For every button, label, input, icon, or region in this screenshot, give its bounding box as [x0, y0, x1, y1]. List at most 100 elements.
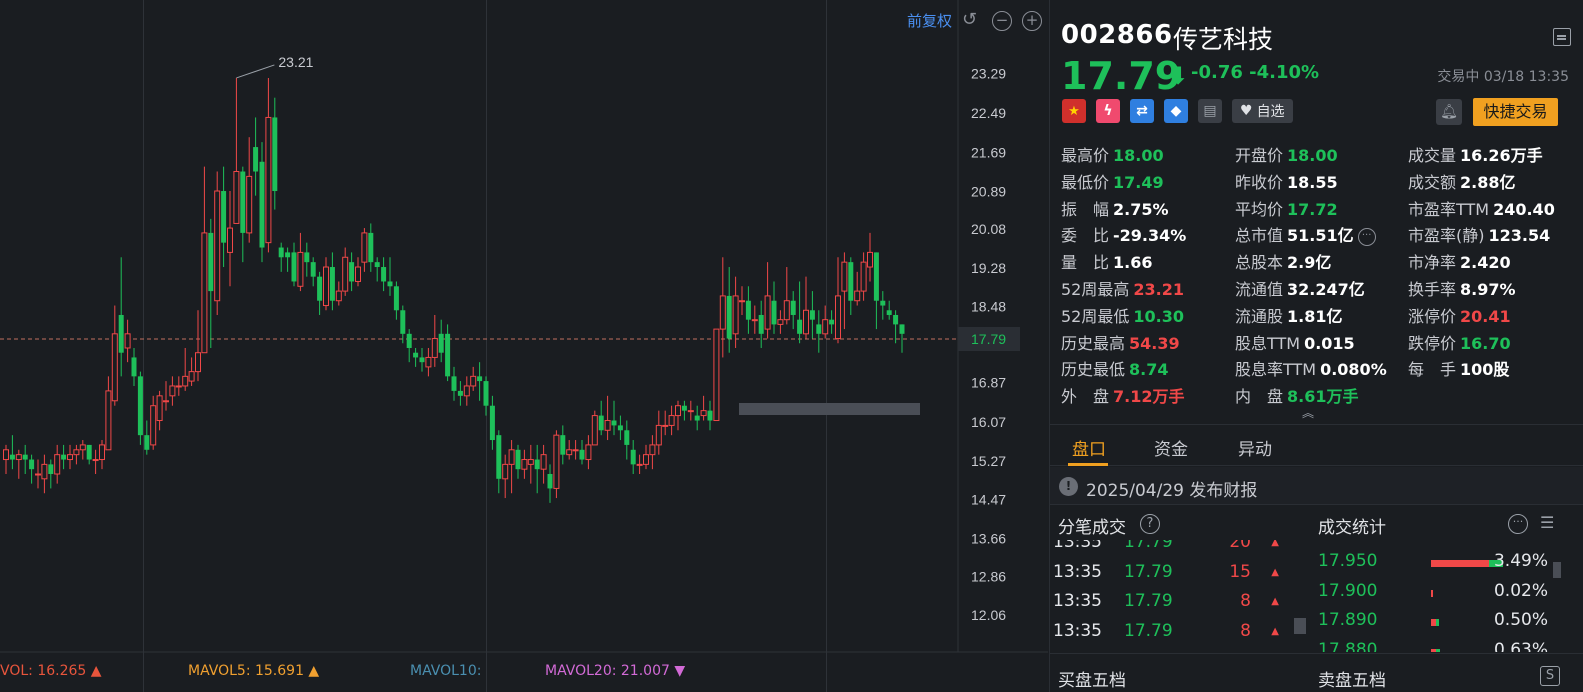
kline-chart-area[interactable]: 23.29 22.49 21.69 20.89 20.08 19.28 18.48 17.79…	[0, 0, 1048, 692]
tab-yidong[interactable]: 异动	[1238, 435, 1272, 460]
candle-body-up	[99, 444, 105, 461]
tick-price: 17.79	[1124, 591, 1173, 611]
tick-price: 17.79	[1124, 540, 1173, 552]
mavol20-label[interactable]: MAVOL20: 21.007 ▼	[545, 663, 685, 679]
trade-stat-row: 17.890 0.50%	[1318, 610, 1555, 640]
trade-stats-list[interactable]: 17.950 3.49% 17.900 0.02% 17.890 0.50% 17.880 0…	[1315, 540, 1555, 652]
s-icon[interactable]: S	[1540, 666, 1560, 686]
candle-body-down	[496, 435, 502, 479]
bell-icon[interactable]: 🔔︎	[1436, 99, 1462, 125]
candle-body-up	[643, 454, 649, 465]
reset-icon[interactable]: ↺	[962, 10, 982, 31]
document-icon[interactable]: ▤	[1198, 99, 1222, 123]
stat-value: 17.72	[1287, 199, 1338, 219]
add-watchlist-button[interactable]: ♥ 自选	[1232, 99, 1293, 123]
scrollbar[interactable]	[1553, 562, 1561, 578]
candle-body-up	[214, 190, 221, 302]
candle-body-down	[221, 191, 227, 243]
mavol5-label[interactable]: MAVOL5: 15.691 ▲	[188, 663, 319, 679]
tick-price: 17.79	[1124, 620, 1173, 641]
candle-body-up	[713, 328, 720, 422]
tag-icon[interactable]: ◆	[1164, 99, 1188, 123]
candle-body-down	[829, 319, 835, 325]
china-flag-icon[interactable]: ★	[1062, 99, 1086, 123]
candle-body-down	[886, 310, 892, 315]
tab-pankou[interactable]: 盘口	[1072, 435, 1106, 460]
collapse-chevron-icon[interactable]: ︽	[1302, 404, 1314, 421]
quick-trade-button[interactable]: 快捷交易	[1473, 98, 1558, 126]
adjust-mode-button[interactable]: 前复权	[907, 10, 952, 31]
max-marker-leader	[236, 64, 275, 79]
zoom-out-icon[interactable]: −	[992, 10, 1012, 31]
candle-body-down	[758, 314, 764, 334]
candle-body-down	[259, 161, 265, 248]
stat-key: 成交量	[1408, 146, 1457, 165]
tag-icon-row: ★ ϟ ⇄ ◆ ▤ ♥ 自选	[1062, 99, 1293, 123]
stat-item: 总市值 51.51亿 ···	[1235, 222, 1376, 246]
candle-body-down	[809, 310, 815, 320]
volume-indicator-bar: VOL: 16.265 ▲ MAVOL5: 15.691 ▲ MAVOL10: …	[0, 660, 1048, 682]
earnings-notice[interactable]: ! 2025/04/29 发布财报	[1050, 467, 1583, 505]
kline-svg[interactable]: 23.29 22.49 21.69 20.89 20.08 19.28 18.48 17.79…	[0, 0, 1048, 660]
trade-stat-row: 17.900 0.02%	[1318, 581, 1555, 611]
stat-value: 123.54	[1488, 226, 1551, 246]
candle-body-down	[61, 454, 67, 460]
candle-body-up	[502, 463, 509, 480]
candle-body-down	[48, 464, 54, 474]
stat-value: 54.39	[1129, 333, 1180, 353]
stat-key: 昨收价	[1235, 172, 1284, 192]
candle-body-down	[381, 267, 387, 282]
stat-item: 成交额 2.88亿	[1408, 169, 1516, 193]
mavol10-label[interactable]: MAVOL10:	[410, 663, 481, 679]
tick-list[interactable]: 13:35 17.79 20 ▲ 13:35 17.79 15 ▲ 13:35 17.79 8 ▲ 13…	[1050, 540, 1310, 652]
stat-pct: 3.49%	[1493, 551, 1548, 571]
list-icon[interactable]: ☰	[1540, 514, 1560, 532]
candle-body-down	[304, 252, 310, 263]
order-book-header: 买盘五档 卖盘五档 S	[1050, 653, 1583, 692]
panel-tabs: 盘口 资金 异动	[1050, 424, 1583, 466]
up-arrow-icon: ▲	[1271, 540, 1279, 548]
candle-body-up	[655, 424, 662, 446]
stat-item: 流通值 32.247亿	[1235, 276, 1365, 300]
menu-icon[interactable]	[1553, 28, 1571, 46]
candle-body-up	[841, 261, 848, 292]
stat-item: 股息率TTM 0.080%	[1235, 356, 1387, 380]
stat-value: 100股	[1460, 360, 1510, 380]
candle-body-down	[22, 454, 28, 460]
tick-row: 13:35 17.79 8 ▲	[1053, 591, 1303, 621]
candle-body-up	[361, 232, 368, 263]
candle-body-up	[553, 434, 560, 489]
scrollbar[interactable]	[1294, 618, 1306, 634]
candle-body-down	[483, 381, 489, 406]
ticks-title: 分笔成交	[1058, 518, 1126, 538]
candle-body-down	[208, 232, 214, 292]
buy5-label[interactable]: 买盘五档	[1058, 666, 1126, 691]
candle-body-up	[431, 338, 438, 358]
more-icon[interactable]: ···	[1508, 514, 1528, 534]
candle-body-down	[726, 295, 732, 339]
candle-body-down	[368, 232, 374, 263]
shuffle-icon[interactable]: ⇄	[1130, 99, 1154, 123]
candle-body-up	[508, 449, 515, 465]
tab-zijin[interactable]: 资金	[1154, 435, 1188, 460]
sell5-label[interactable]: 卖盘五档	[1318, 666, 1386, 691]
more-icon[interactable]: ···	[1357, 227, 1376, 246]
candle-body-up	[751, 319, 758, 322]
current-price: 17.79	[1061, 54, 1182, 98]
stat-pct: 0.63%	[1493, 639, 1548, 653]
candle-body-down	[451, 376, 457, 391]
stat-item: 量 比 1.66	[1061, 249, 1153, 273]
margin-trading-icon[interactable]: ϟ	[1096, 99, 1120, 123]
stat-item: 总股本 2.9亿	[1235, 249, 1331, 273]
zoom-in-icon[interactable]: +	[1022, 10, 1042, 31]
candle-body-down	[745, 300, 751, 320]
candle-body-down	[611, 420, 617, 426]
quote-panel: 002866 传艺科技 17.79 ⬇ -0.76 -4.10% 交易中 03/…	[1049, 0, 1583, 692]
vol-label[interactable]: VOL: 16.265 ▲	[0, 663, 102, 679]
candle-body-up	[54, 454, 61, 475]
candle-body-up	[246, 175, 253, 234]
candle-body-up	[169, 385, 176, 397]
candle-body-up	[233, 171, 240, 224]
help-icon[interactable]: ?	[1140, 514, 1160, 534]
stat-price: 17.950	[1318, 551, 1378, 571]
